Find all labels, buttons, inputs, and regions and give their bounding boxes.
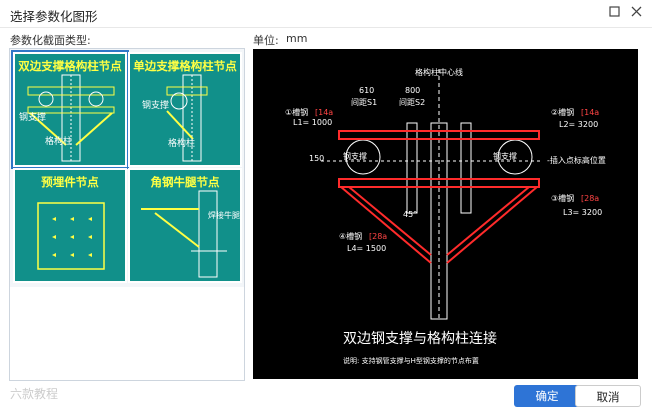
angle-label: 45° <box>403 210 417 219</box>
member-label: ①槽钢 <box>285 107 308 117</box>
thumb-double-brace-node[interactable]: 双边支撑格构柱节点 钢支撑 格构柱 <box>11 50 129 169</box>
dim-label: 610 <box>359 86 374 95</box>
thumb-drawing <box>166 74 208 162</box>
watermark: 六款教程 <box>10 387 59 401</box>
preview-drawing: 格构柱中心线 610 800 间距S1 间距S2 ①槽钢 [14a L1= 10… <box>285 67 606 365</box>
thumb-drawing <box>141 190 227 278</box>
cancel-button[interactable]: 取消 <box>575 385 641 407</box>
member-spec: [14a <box>581 108 599 117</box>
member-length: L3= 3200 <box>563 208 602 217</box>
brace-label: 钢支撑 <box>493 151 517 161</box>
title-bar: 选择参数化图形 <box>0 0 652 26</box>
thumbnail-list-empty <box>9 287 245 381</box>
thumbnail-list: 双边支撑格构柱节点 钢支撑 格构柱 单边支撑格构柱节点 钢支撑 格构柱 预埋件节… <box>9 48 245 288</box>
section-type-label: 参数化截面类型: <box>10 34 91 47</box>
preview-note: 说明: 支持钢管支撑与H型钢支撑的节点布置 <box>343 356 479 365</box>
thumb-annot: 钢支撑 <box>19 113 47 123</box>
channel-web <box>460 122 472 214</box>
title-divider <box>0 27 652 28</box>
unit-value: mm <box>286 32 308 45</box>
dim-label: 800 <box>405 86 420 95</box>
member-label: ③槽钢 <box>551 193 574 203</box>
spacing-label: 间距S2 <box>399 98 425 107</box>
member-spec: [28a <box>369 232 387 241</box>
thumb-title: 双边支撑格构柱节点 <box>18 59 122 73</box>
insert-point-label: -插入点标高位置 <box>547 155 606 165</box>
member-length: L1= 1000 <box>293 118 332 127</box>
dim-label: 150 <box>309 154 324 163</box>
channel-web <box>406 122 418 214</box>
thumb-single-brace-node[interactable]: 单边支撑格构柱节点 钢支撑 格构柱 <box>128 52 242 167</box>
thumb-annot: 钢支撑 <box>142 101 170 111</box>
unit-label: 单位: <box>253 34 279 47</box>
member-spec: [14a <box>315 108 333 117</box>
member-label: ④槽钢 <box>339 231 362 241</box>
thumb-title: 单边支撑格构柱节点 <box>133 59 237 73</box>
thumb-annot: 焊接牛腿 <box>208 211 240 220</box>
maximize-icon[interactable] <box>606 5 622 21</box>
member-label: ②槽钢 <box>551 107 574 117</box>
ok-button[interactable]: 确定 <box>514 385 580 407</box>
close-icon[interactable] <box>628 5 644 21</box>
diagonal-brace <box>446 186 530 256</box>
spacing-label: 间距S1 <box>351 98 377 107</box>
member-length: L2= 3200 <box>559 120 598 129</box>
thumb-title: 角钢牛腿节点 <box>150 175 220 189</box>
window-title: 选择参数化图形 <box>10 9 98 24</box>
thumb-annot: 格构柱 <box>168 139 196 149</box>
preview-panel: 格构柱中心线 610 800 间距S1 间距S2 ①槽钢 [14a L1= 10… <box>253 49 638 379</box>
thumb-embedded-part-node[interactable]: 预埋件节点 <box>13 168 127 283</box>
thumb-annot: 格构柱 <box>45 137 73 147</box>
thumb-drawing <box>37 202 105 270</box>
thumb-title: 预埋件节点 <box>41 175 99 189</box>
member-length: L4= 1500 <box>347 244 386 253</box>
member-spec: [28a <box>581 194 599 203</box>
thumb-angle-bracket-node[interactable]: 角钢牛腿节点 焊接牛腿 <box>128 168 242 283</box>
preview-title: 双边钢支撑与格构柱连接 <box>343 330 497 347</box>
